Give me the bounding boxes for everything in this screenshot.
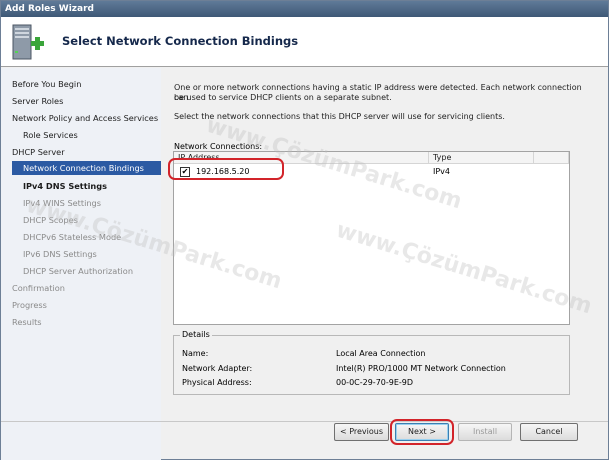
details-group: Details Name: Local Area Connection Netw… <box>173 330 570 395</box>
sidebar-item-dhcpv6-stateless-mode: DHCPv6 Stateless Mode <box>23 232 122 242</box>
previous-button[interactable]: < Previous <box>334 423 389 441</box>
title-bar[interactable]: Add Roles Wizard <box>1 1 608 17</box>
page-title: Select Network Connection Bindings <box>62 34 299 48</box>
install-button: Install <box>458 423 512 441</box>
detail-adapter-label: Network Adapter: <box>182 364 253 373</box>
sidebar-item-progress: Progress <box>12 300 47 310</box>
network-connections-label: Network Connections: <box>174 142 263 151</box>
highlight-oval-next <box>390 419 454 445</box>
highlight-oval-ip <box>168 158 284 180</box>
window-title: Add Roles Wizard <box>5 4 94 14</box>
sidebar-item-ipv4-dns-settings[interactable]: IPv4 DNS Settings <box>23 181 107 191</box>
detail-name-label: Name: <box>182 349 209 358</box>
sidebar-item-network-policy[interactable]: Network Policy and Access Services <box>12 113 158 123</box>
sidebar-item-dhcp-scopes: DHCP Scopes <box>23 215 78 225</box>
sidebar-item-results: Results <box>12 317 42 327</box>
wizard-content: One or more network connections having a… <box>161 68 608 420</box>
type-cell: IPv4 <box>433 167 451 176</box>
sidebar-item-ipv6-dns-settings: IPv6 DNS Settings <box>23 249 97 259</box>
detail-name-value: Local Area Connection <box>336 349 426 358</box>
wizard-steps-sidebar: Before You Begin Server Roles Network Po… <box>1 68 161 460</box>
sidebar-item-server-roles[interactable]: Server Roles <box>12 96 63 106</box>
sidebar-item-role-services[interactable]: Role Services <box>23 130 78 140</box>
intro-text-line-2: be used to service DHCP clients on a sep… <box>174 93 392 102</box>
server-add-icon <box>12 24 44 60</box>
sidebar-item-confirmation: Confirmation <box>12 283 65 293</box>
sidebar-item-dhcp-server[interactable]: DHCP Server <box>12 147 65 157</box>
sidebar-item-network-connection-bindings[interactable]: Network Connection Bindings <box>12 161 161 175</box>
wizard-window: Add Roles Wizard Select Network Connecti… <box>0 0 609 460</box>
detail-mac-label: Physical Address: <box>182 378 252 387</box>
detail-adapter-value: Intel(R) PRO/1000 MT Network Connection <box>336 364 506 373</box>
sidebar-item-before-you-begin[interactable]: Before You Begin <box>12 79 81 89</box>
details-legend: Details <box>180 330 212 339</box>
footer-divider <box>1 421 608 422</box>
cancel-button[interactable]: Cancel <box>520 423 578 441</box>
sidebar-item-dhcp-server-authorization: DHCP Server Authorization <box>23 266 134 276</box>
instruction-text: Select the network connections that this… <box>174 112 505 121</box>
detail-mac-value: 00-0C-29-70-9E-9D <box>336 378 414 387</box>
sidebar-item-ipv4-wins-settings: IPv4 WINS Settings <box>23 198 102 208</box>
wizard-header: Select Network Connection Bindings <box>1 17 608 67</box>
column-header-filler <box>534 152 569 164</box>
column-header-type[interactable]: Type <box>429 152 534 164</box>
